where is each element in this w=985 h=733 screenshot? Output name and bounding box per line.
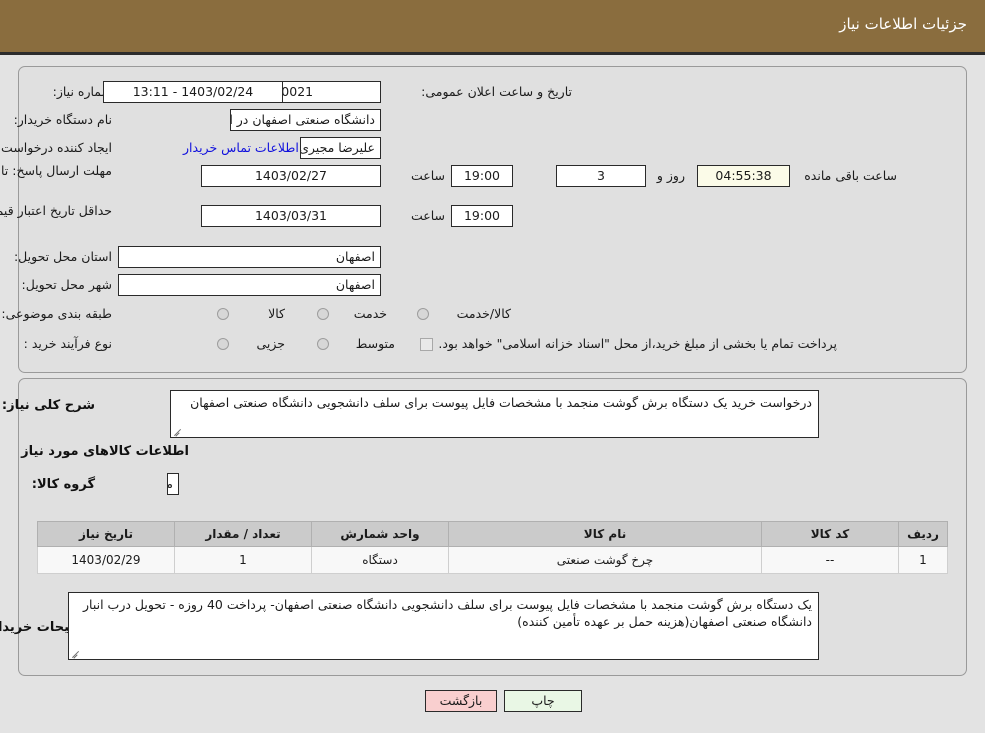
deadline-label-text: مهلت ارسال پاسخ: تا تاریخ: [0, 163, 112, 178]
remaining-time-label: ساعت باقی مانده [804, 168, 897, 183]
price-validity-label: حداقل تاریخ اعتبار قیمت: تا تاریخ: [0, 203, 112, 218]
category-option-0: کالا [268, 306, 285, 321]
page-title: جزئیات اطلاعات نیاز [839, 15, 967, 33]
need-desc-value: درخواست خرید یک دستگاه برش گوشت منجمد با… [190, 395, 812, 410]
deadline-hour-label: ساعت [410, 168, 445, 183]
buyer-notes-textarea[interactable]: یک دستگاه برش گوشت منجمد با مشخصات فایل … [68, 592, 819, 660]
need-desc-label: شرح کلی نیاز: [1, 398, 95, 413]
td-code: -- [761, 546, 899, 574]
th-date: تاریخ نیاز [37, 521, 175, 547]
treasury-checkbox[interactable] [420, 338, 433, 351]
process-label: نوع فرآیند خرید : [23, 336, 112, 351]
items-table: ردیف کد کالا نام کالا واحد شمارش تعداد /… [37, 521, 948, 574]
process-option-1: متوسط [355, 336, 395, 351]
buyer-org-value: دانشگاه صنعتی اصفهان در استان اصفهان [230, 109, 381, 131]
th-row: ردیف [898, 521, 948, 547]
items-table-wrap: ردیف کد کالا نام کالا واحد شمارش تعداد /… [37, 521, 948, 574]
page-header: جزئیات اطلاعات نیاز [0, 0, 985, 52]
td-qty: 1 [174, 546, 312, 574]
province-label: استان محل تحویل: [13, 249, 112, 264]
back-button[interactable]: بازگشت [425, 690, 497, 712]
th-qty: تعداد / مقدار [174, 521, 312, 547]
buyer-org-label: نام دستگاه خریدار: [13, 112, 112, 127]
goods-group-label: گروه کالا: [31, 477, 95, 492]
deadline-hour-value: 19:00 [451, 165, 513, 187]
category-radio-khedmat[interactable] [317, 308, 329, 320]
remaining-days-value: 3 [556, 165, 646, 187]
price-validity-hour-label: ساعت [410, 208, 445, 223]
category-radio-kala-khedmat[interactable] [417, 308, 429, 320]
page-root: AriaTender.net جزئیات اطلاعات نیاز شماره… [0, 0, 985, 733]
td-unit: دستگاه [311, 546, 449, 574]
category-label: طبقه بندی موضوعی: [1, 306, 112, 321]
th-name: نام کالا [448, 521, 762, 547]
process-option-0: جزیی [256, 336, 285, 351]
requester-value: علیرضا مجیری کارشناس تامین دانشگاه صنعتی… [300, 137, 381, 159]
th-code: کد کالا [761, 521, 899, 547]
deadline-date-value: 1403/02/27 [201, 165, 381, 187]
province-value: اصفهان [118, 246, 381, 268]
table-row: 1 -- چرخ گوشت صنعتی دستگاه 1 1403/02/29 [37, 546, 948, 574]
goods-section-title: اطلاعات کالاهای مورد نیاز [21, 444, 189, 459]
buyer-notes-value: یک دستگاه برش گوشت منجمد با مشخصات فایل … [83, 597, 812, 629]
header-divider [0, 52, 985, 55]
deadline-label: مهلت ارسال پاسخ: تا تاریخ: [0, 163, 112, 179]
table-header-row: ردیف کد کالا نام کالا واحد شمارش تعداد /… [37, 521, 948, 547]
price-validity-date-value: 1403/03/31 [201, 205, 381, 227]
resize-grip-icon[interactable] [173, 427, 182, 436]
goods-group-value: ماشین آلات تولیدی [167, 473, 179, 495]
resize-grip-icon-notes[interactable] [71, 649, 80, 658]
need-desc-textarea[interactable]: درخواست خرید یک دستگاه برش گوشت منجمد با… [170, 390, 819, 438]
category-radio-kala[interactable] [217, 308, 229, 320]
td-name: چرخ گوشت صنعتی [448, 546, 762, 574]
public-announce-label: تاریخ و ساعت اعلان عمومی: [421, 84, 572, 99]
treasury-note-label: پرداخت تمام یا بخشی از مبلغ خرید،از محل … [438, 336, 837, 351]
print-button[interactable]: چاپ [504, 690, 582, 712]
td-date: 1403/02/29 [37, 546, 175, 574]
category-option-2: کالا/خدمت [456, 306, 511, 321]
city-value: اصفهان [118, 274, 381, 296]
process-radio-jozee[interactable] [217, 338, 229, 350]
category-option-1: خدمت [353, 306, 387, 321]
process-radio-motavaset[interactable] [317, 338, 329, 350]
remaining-time-value: 04:55:38 [697, 165, 790, 187]
price-validity-hour-value: 19:00 [451, 205, 513, 227]
public-announce-value: 1403/02/24 - 13:11 [103, 81, 283, 103]
th-unit: واحد شمارش [311, 521, 449, 547]
requester-label: ایجاد کننده درخواست: [0, 140, 112, 155]
buyer-contact-link[interactable]: اطلاعات تماس خریدار [183, 140, 299, 155]
city-label: شهر محل تحویل: [21, 277, 112, 292]
td-row: 1 [898, 546, 948, 574]
remaining-days-label: روز و [656, 168, 685, 183]
